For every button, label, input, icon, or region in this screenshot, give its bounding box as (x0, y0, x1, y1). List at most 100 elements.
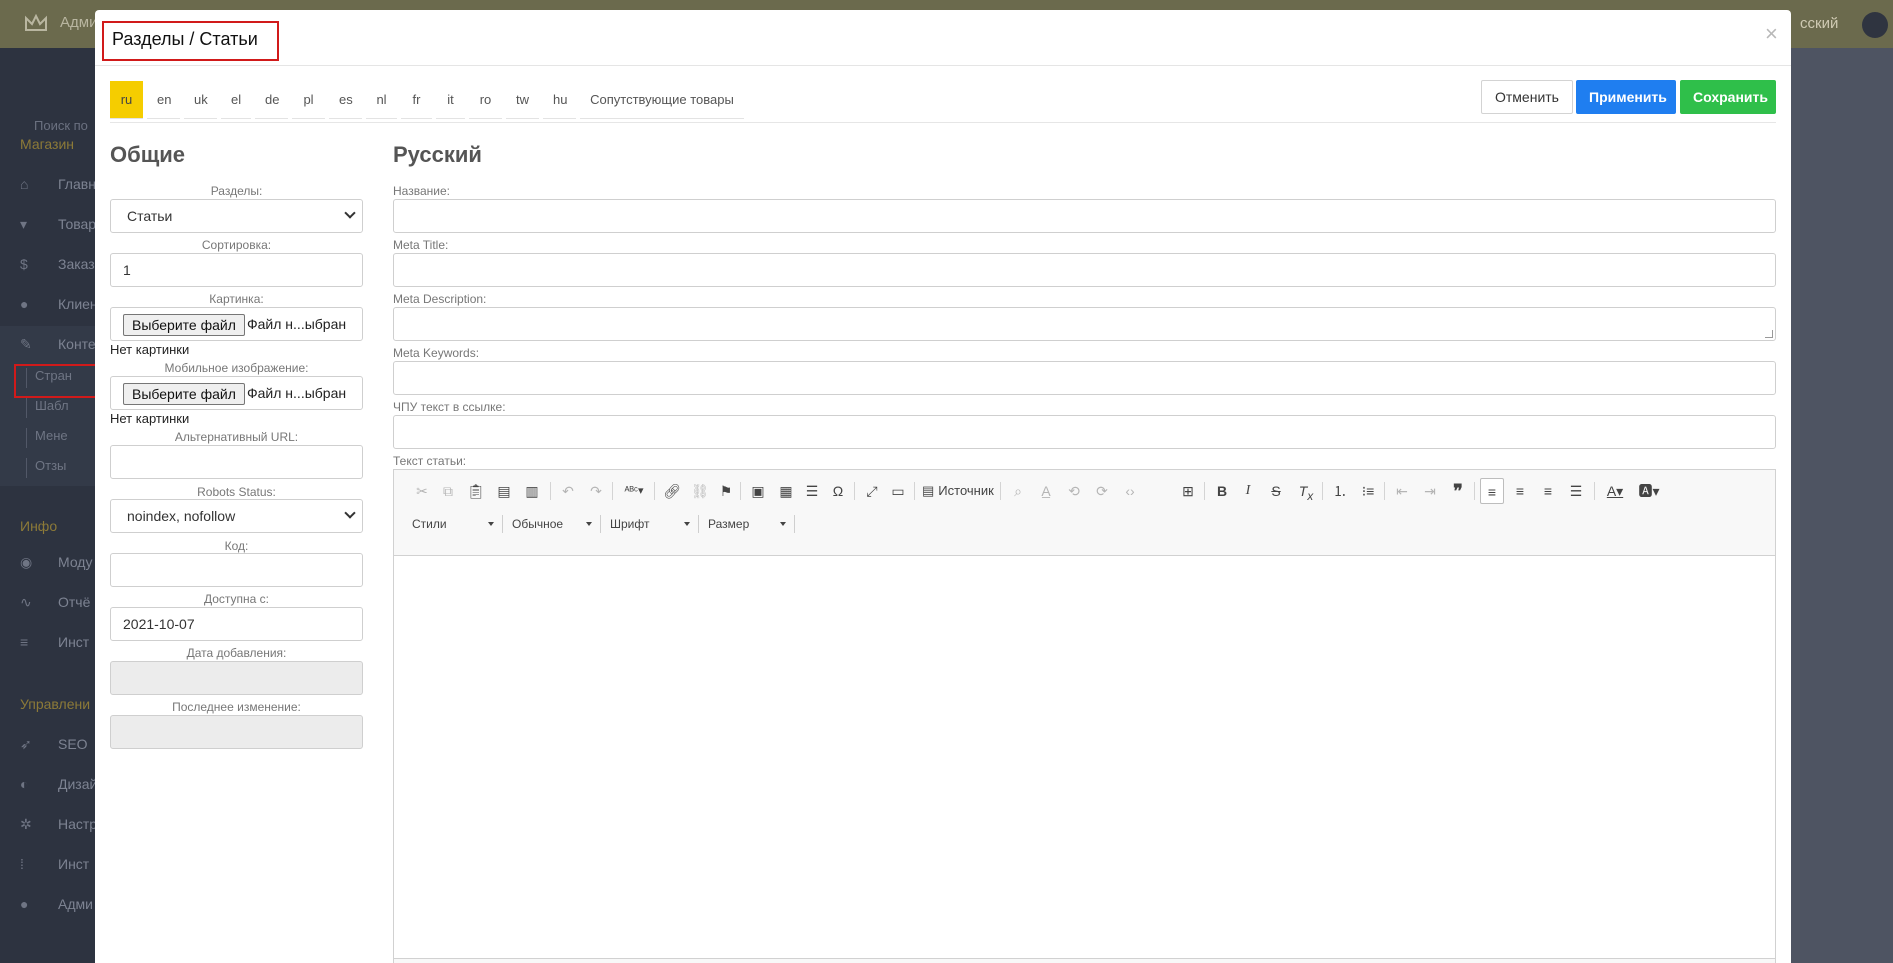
sidebar-item-products[interactable]: ▾ Товар (20, 216, 96, 240)
comment-icon[interactable]: ⟲ (1062, 478, 1086, 504)
sidebar-item-modules[interactable]: ◉ Моду (20, 554, 96, 578)
replace-icon[interactable]: A̲ (1034, 478, 1058, 504)
tab-el[interactable]: el (221, 81, 251, 119)
image-label: Картинка: (209, 292, 264, 306)
text-color-icon[interactable]: A▾ (1600, 478, 1630, 504)
sidebar-item-clients[interactable]: ● Клиен (20, 296, 96, 320)
tab-tw[interactable]: tw (506, 81, 539, 119)
robots-select[interactable]: noindex, nofollow (110, 499, 363, 533)
image-choose-file-button[interactable]: Выберите файл (123, 314, 245, 336)
link-icon[interactable]: 🔗︎ (660, 478, 684, 504)
blockquote-icon[interactable]: ❞ (1446, 478, 1470, 504)
table-icon[interactable]: ▦ (774, 478, 798, 504)
cut-icon[interactable]: ✂ (410, 478, 434, 504)
tab-hu[interactable]: hu (543, 81, 576, 119)
uncomment-icon[interactable]: ⟳ (1090, 478, 1114, 504)
sidebar-subitem-templates[interactable]: Шабл (26, 398, 96, 418)
paste-text-icon[interactable]: ▤ (492, 478, 516, 504)
undo-icon[interactable]: ↶ (556, 478, 580, 504)
background-color-icon[interactable]: 🅰︎▾ (1634, 478, 1664, 504)
tab-uk[interactable]: uk (184, 81, 217, 119)
cancel-button[interactable]: Отменить (1481, 80, 1573, 114)
image-file-input[interactable]: Выберите файл Файл н...ыбран (110, 307, 363, 341)
styles-combo[interactable]: Стили (404, 511, 500, 537)
outdent-icon[interactable]: ⇤ (1390, 478, 1414, 504)
meta-title-input[interactable] (393, 253, 1776, 287)
sidebar-item-design[interactable]: ◐ Дизай (20, 776, 96, 800)
paste-icon[interactable]: 📋︎ (464, 478, 488, 504)
size-combo[interactable]: Размер (700, 511, 792, 537)
close-icon[interactable]: × (1765, 23, 1778, 45)
bold-icon[interactable]: B (1210, 478, 1234, 504)
align-justify-icon[interactable]: ☰ (1564, 478, 1588, 504)
sidebar-item-settings[interactable]: ✲ Настр (20, 816, 96, 840)
font-combo[interactable]: Шрифт (602, 511, 696, 537)
slug-input[interactable] (393, 415, 1776, 449)
image-icon[interactable]: ▣ (746, 478, 770, 504)
italic-icon[interactable]: I (1236, 478, 1260, 504)
align-left-icon[interactable]: ≡ (1480, 478, 1504, 504)
remove-format-icon[interactable]: Tx (1294, 478, 1318, 504)
grid-icon[interactable]: ⊞ (1176, 478, 1200, 504)
unlink-icon[interactable]: ⛓ (688, 478, 712, 504)
maximize-icon[interactable]: ⤢ (860, 478, 884, 504)
paste-word-icon[interactable]: ▥ (520, 478, 544, 504)
tab-related-products[interactable]: Сопутствующие товары (580, 81, 744, 119)
indent-icon[interactable]: ⇥ (1418, 478, 1442, 504)
spellcheck-icon[interactable]: ᴬᴮᶜ▾ (618, 478, 650, 504)
tab-pl[interactable]: pl (292, 81, 325, 119)
resize-handle-icon[interactable] (1765, 330, 1773, 338)
show-blocks-icon[interactable]: ▭ (886, 478, 910, 504)
sort-input[interactable]: 1 (110, 253, 363, 287)
format-combo[interactable]: Обычное (504, 511, 598, 537)
bulleted-list-icon[interactable]: ⁝≡ (1356, 478, 1380, 504)
sidebar-item-content[interactable]: ✎ Конте (20, 336, 96, 360)
code-input[interactable] (110, 553, 363, 587)
tab-ro[interactable]: ro (469, 81, 502, 119)
mobile-image-file-input[interactable]: Выберите файл Файл н...ыбран (110, 376, 363, 410)
tab-es[interactable]: es (329, 81, 362, 119)
sidebar-item-orders[interactable]: $ Заказ (20, 256, 96, 280)
sidebar-subitem-menu[interactable]: Мене (26, 428, 96, 448)
anchor-flag-icon[interactable]: ⚑ (714, 478, 738, 504)
copy-icon[interactable]: ⧉ (436, 478, 460, 504)
editor-content-area[interactable] (394, 557, 1775, 958)
special-char-omega-icon[interactable]: Ω (826, 478, 850, 504)
tab-it[interactable]: it (436, 81, 465, 119)
user-avatar-icon[interactable] (1862, 12, 1888, 38)
tab-en[interactable]: en (147, 81, 180, 119)
toolbar-separator (794, 515, 795, 533)
strikethrough-icon[interactable]: S (1264, 478, 1288, 504)
tab-ru[interactable]: ru (110, 81, 143, 119)
redo-icon[interactable]: ↷ (584, 478, 608, 504)
apply-button[interactable]: Применить (1576, 80, 1676, 114)
meta-keywords-input[interactable] (393, 361, 1776, 395)
tab-de[interactable]: de (255, 81, 288, 119)
sidebar-item-admins[interactable]: ● Адми (20, 896, 96, 920)
mobile-choose-file-button[interactable]: Выберите файл (123, 383, 245, 405)
find-icon[interactable]: ⌕ (1006, 478, 1030, 504)
tab-fr[interactable]: fr (401, 81, 432, 119)
language-dropdown[interactable]: сский (1800, 15, 1838, 32)
align-center-icon[interactable]: ≡ (1508, 478, 1532, 504)
sidebar-item-tools[interactable]: ≡ Инст (20, 634, 96, 658)
align-right-icon[interactable]: ≡ (1536, 478, 1560, 504)
sidebar-subitem-reviews[interactable]: Отзы (26, 458, 96, 478)
sections-select[interactable]: Статьи (110, 199, 363, 233)
horizontal-line-icon[interactable]: ☰ (800, 478, 824, 504)
alt-url-input[interactable] (110, 445, 363, 479)
code-snippet-icon[interactable]: ‹› (1118, 478, 1142, 504)
available-from-input[interactable]: 2021-10-07 (110, 607, 363, 641)
numbered-list-icon[interactable]: ⒈ (1328, 478, 1352, 504)
sidebar-search[interactable]: Поиск по (34, 118, 88, 133)
dollar-icon: $ (20, 256, 28, 272)
meta-description-textarea[interactable] (393, 307, 1776, 341)
save-button[interactable]: Сохранить (1680, 80, 1776, 114)
sidebar-item-instruments[interactable]: ⁞ Инст (20, 856, 96, 880)
tab-nl[interactable]: nl (366, 81, 397, 119)
sidebar-item-home[interactable]: ⌂ Главн (20, 176, 96, 200)
name-input[interactable] (393, 199, 1776, 233)
sidebar-item-reports[interactable]: ∿ Отчё (20, 594, 96, 618)
sidebar-item-seo[interactable]: ➶ SEO (20, 736, 96, 760)
source-button[interactable]: ▤ Источник (922, 478, 994, 504)
